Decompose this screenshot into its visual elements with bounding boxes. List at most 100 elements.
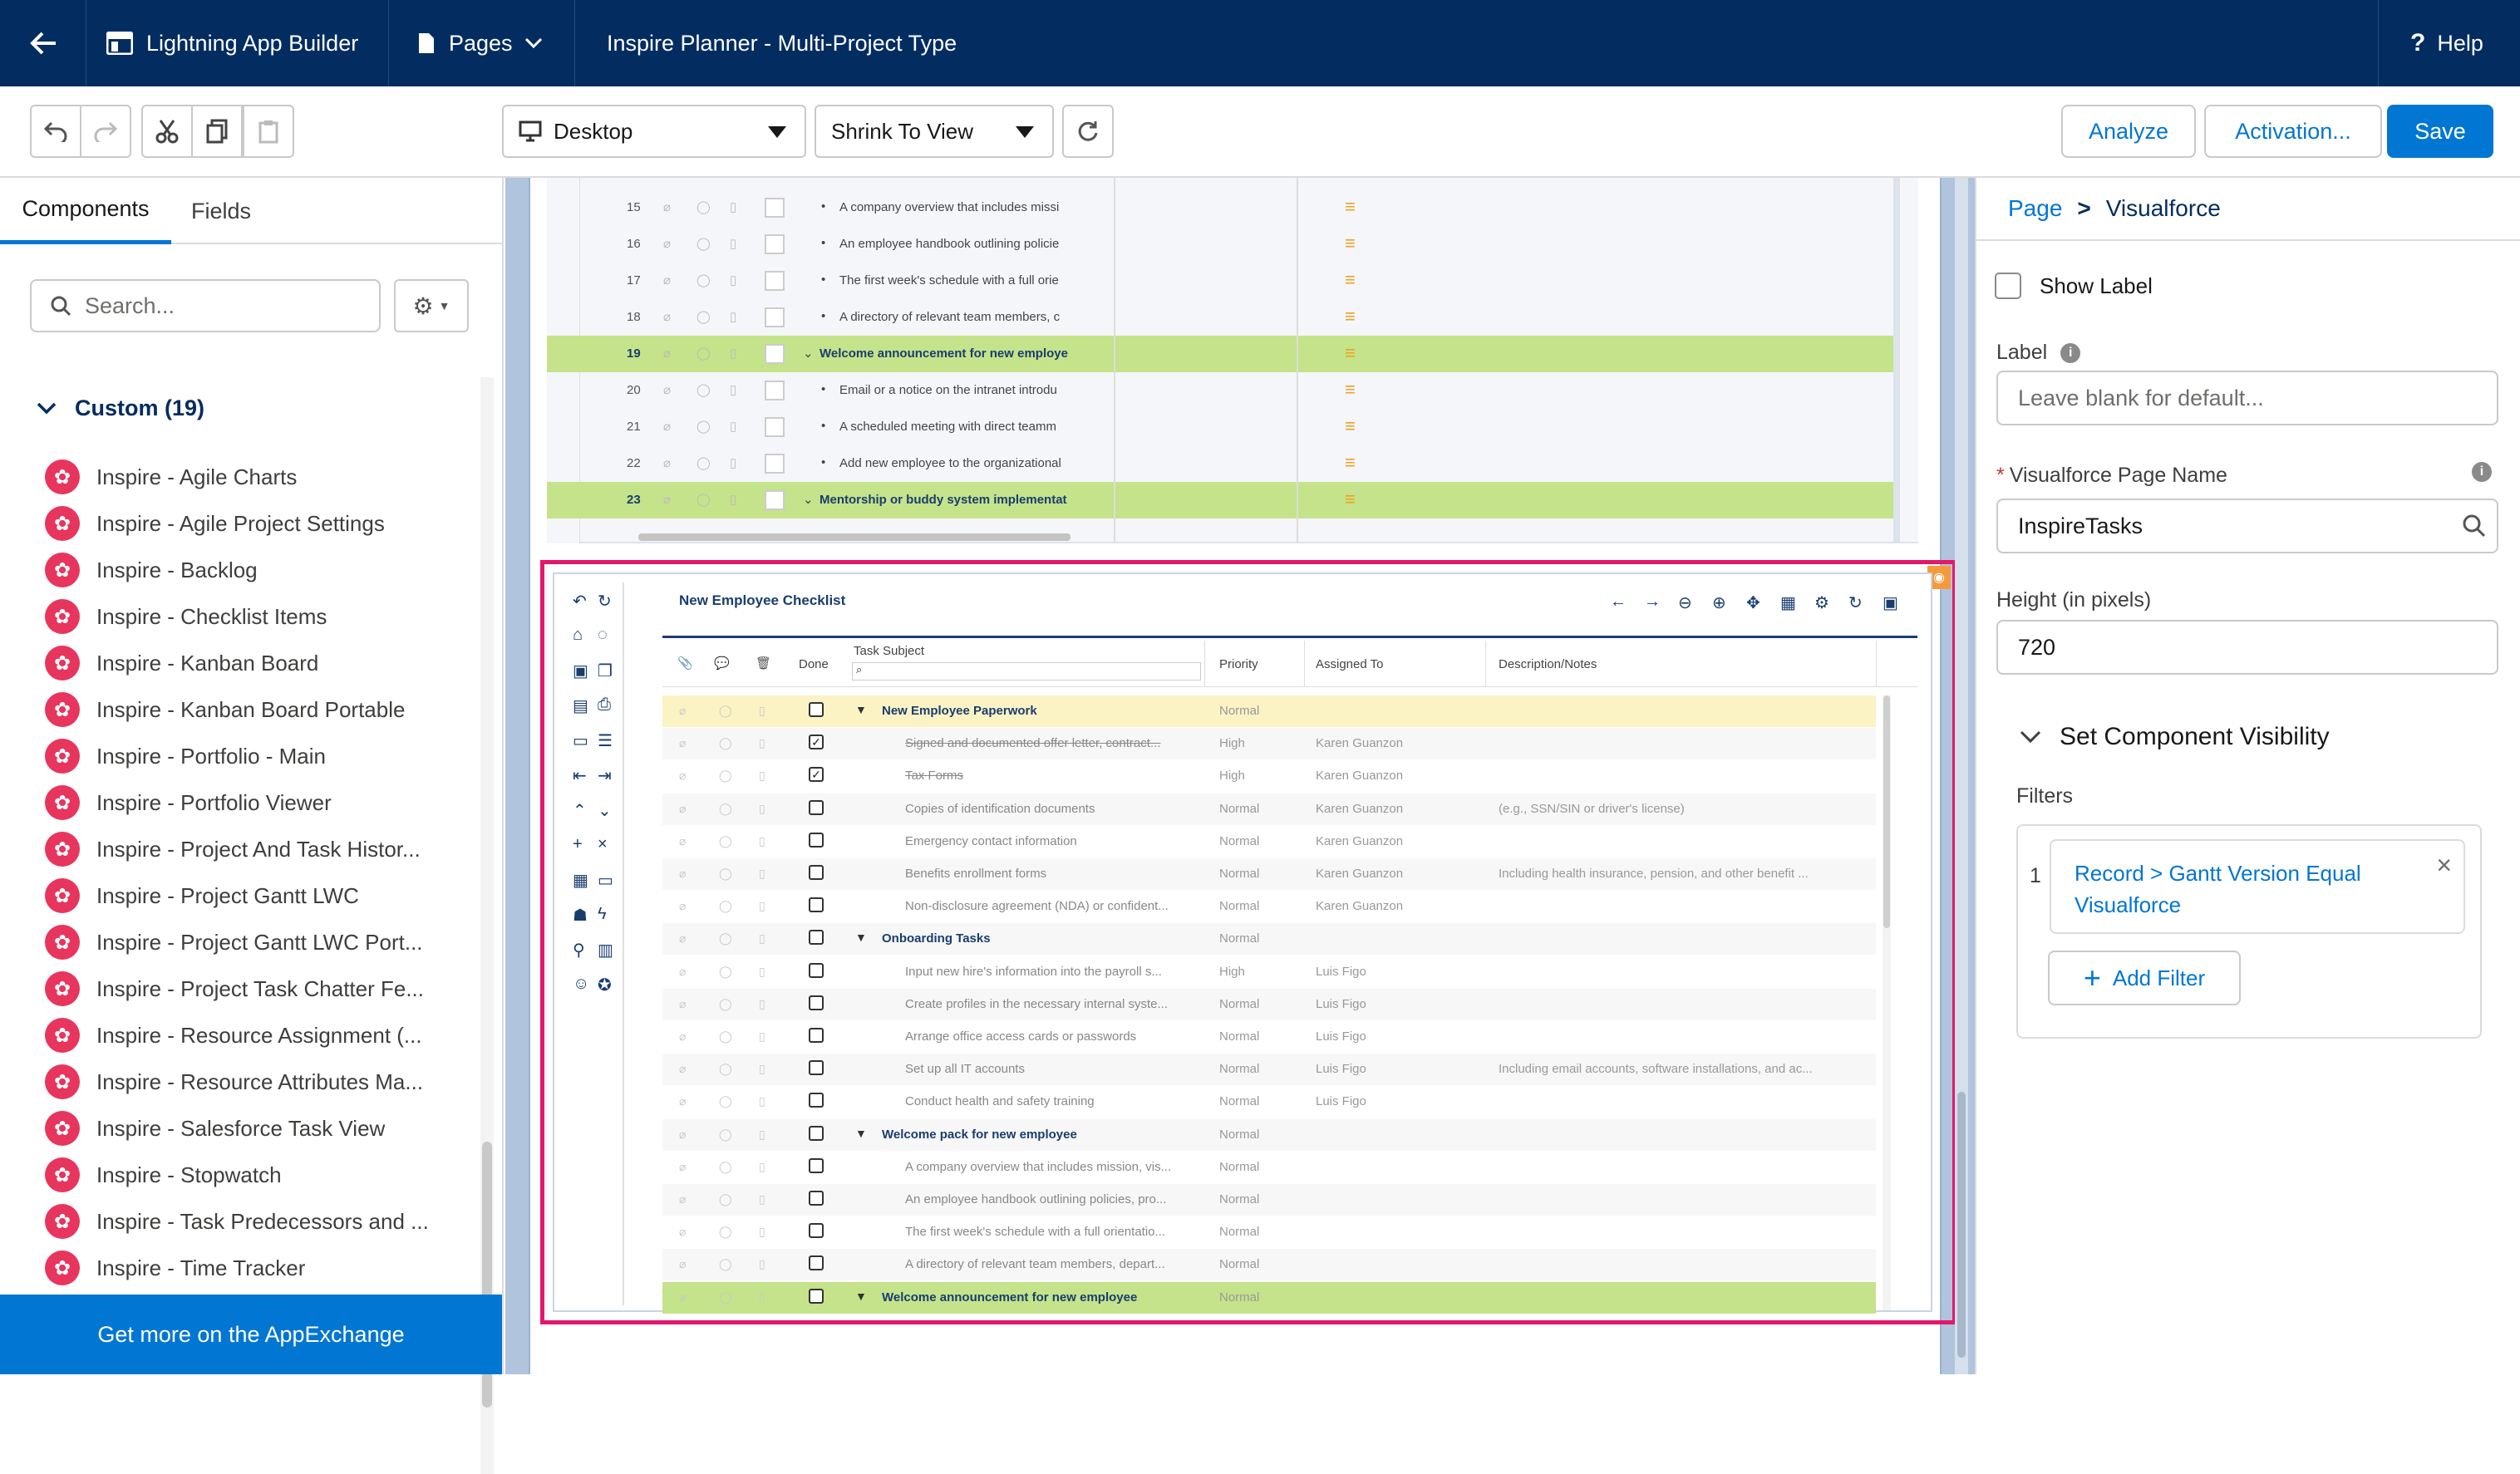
- checklist-row[interactable]: ⌀ ◯ ▯ Emergency contact information Normal Ka…: [662, 825, 1876, 857]
- gantt-row[interactable]: 15 ⌀ ◯ ▯ A company overview that includes mi…: [547, 189, 1893, 226]
- drag-handle-icon[interactable]: ≡: [1345, 306, 1356, 327]
- paperclip-icon[interactable]: ⌀: [679, 1094, 686, 1108]
- checklist-row[interactable]: ⌀ ◯ ▯ An employee handbook outlining polici…: [662, 1184, 1876, 1216]
- checklist-row[interactable]: ⌀ ◯ ▯ Benefits enrollment forms Normal Karen …: [662, 858, 1876, 890]
- copy-button[interactable]: [191, 105, 243, 158]
- paperclip-icon[interactable]: ⌀: [663, 382, 671, 397]
- gantt-row[interactable]: 17 ⌀ ◯ ▯ The first week's schedule with a fu…: [547, 263, 1893, 299]
- selected-component-frame[interactable]: ◉ ↶ ↻ ⌂ ◌ ▣ ❐ ▤ ⎙ ▭ ☰ ⇤ ⇥ ⌃ ⌄ + × ▦ ▭ ☗ ϟ ⚲ ▥ ☺ ✪ New Employee …: [540, 560, 1956, 1324]
- vf-page-name-input[interactable]: InspireTasks: [1996, 499, 2498, 553]
- trash-icon[interactable]: ▯: [759, 1128, 765, 1142]
- chat-icon[interactable]: ◯: [719, 931, 732, 946]
- paperclip-icon[interactable]: ⌀: [679, 802, 686, 816]
- row-task-name[interactable]: Welcome announcement for new employe: [819, 346, 1110, 361]
- chat-icon[interactable]: ◯: [719, 1029, 732, 1044]
- paperclip-icon[interactable]: ⌀: [679, 769, 686, 783]
- component-item[interactable]: ✿ Inspire - Checklist Items: [45, 599, 327, 634]
- chat-icon[interactable]: ◯: [719, 1290, 732, 1304]
- chat-icon[interactable]: ◯: [696, 236, 711, 251]
- pages-menu[interactable]: Pages: [389, 0, 575, 86]
- flash-icon[interactable]: ϟ: [598, 905, 607, 924]
- breadcrumb-page-link[interactable]: Page: [2008, 195, 2062, 222]
- save-button[interactable]: Save: [2387, 105, 2493, 158]
- trash-icon[interactable]: ▯: [759, 931, 765, 946]
- custom-section-header[interactable]: Custom (19): [37, 396, 204, 421]
- gantt-row[interactable]: 23 ⌀ ◯ ▯ Mentorship or buddy system implemen…: [547, 482, 1893, 518]
- outdent-icon[interactable]: ⇤: [573, 765, 587, 786]
- chat-icon[interactable]: ◯: [696, 455, 711, 470]
- priority-cell[interactable]: High: [1219, 965, 1245, 979]
- assigned-to-cell[interactable]: Luis Figo: [1316, 1094, 1366, 1108]
- component-item[interactable]: ✿ Inspire - Project Task Chatter Fe...: [45, 971, 424, 1006]
- component-item[interactable]: ✿ Inspire - Resource Assignment (...: [45, 1018, 422, 1053]
- done-checkbox[interactable]: [809, 897, 824, 913]
- gantt-row[interactable]: 20 ⌀ ◯ ▯ Email or a notice on the intranet i…: [547, 372, 1893, 409]
- paperclip-icon[interactable]: ⌀: [679, 997, 686, 1011]
- done-checkbox[interactable]: [809, 962, 824, 978]
- trash-icon[interactable]: ▯: [759, 899, 765, 913]
- task-subject-cell[interactable]: Conduct health and safety training: [905, 1094, 1198, 1108]
- done-checkbox[interactable]: [809, 1028, 824, 1043]
- paperclip-icon[interactable]: ⌀: [679, 899, 686, 913]
- chat-icon[interactable]: ◯: [719, 1128, 732, 1142]
- priority-cell[interactable]: Normal: [1219, 899, 1259, 913]
- expand-icon[interactable]: ⌄: [598, 800, 612, 821]
- task-subject-cell[interactable]: A company overview that includes mission…: [905, 1160, 1198, 1174]
- trash-icon[interactable]: ▯: [730, 382, 736, 397]
- priority-cell[interactable]: Normal: [1219, 1290, 1259, 1304]
- row-task-name[interactable]: Email or a notice on the intranet introd…: [839, 383, 1110, 397]
- paperclip-icon[interactable]: ⌀: [679, 1192, 686, 1206]
- trash-icon[interactable]: ▯: [759, 997, 765, 1011]
- zoom-in-icon[interactable]: ⊕: [1712, 592, 1726, 613]
- row-task-name[interactable]: A scheduled meeting with direct teamm: [839, 420, 1110, 434]
- priority-cell[interactable]: Normal: [1219, 867, 1259, 881]
- checklist-row[interactable]: ⌀ ◯ ▯ A company overview that includes miss…: [662, 1151, 1876, 1183]
- paperclip-icon[interactable]: ⌀: [679, 736, 686, 750]
- trash-icon[interactable]: ▯: [759, 1192, 765, 1206]
- chat-icon[interactable]: ◯: [696, 309, 711, 324]
- analyze-button[interactable]: Analyze: [2061, 105, 2196, 158]
- col-task-subject[interactable]: Task Subject: [854, 644, 924, 658]
- gantt-row[interactable]: 18 ⌀ ◯ ▯ A directory of relevant team member…: [547, 299, 1893, 336]
- done-checkbox[interactable]: [809, 1288, 824, 1304]
- arrow-left-icon[interactable]: ←: [1610, 592, 1627, 612]
- task-subject-cell[interactable]: Welcome announcement for new employee: [882, 1290, 1198, 1304]
- task-subject-cell[interactable]: Arrange office access cards or passwords: [905, 1029, 1198, 1044]
- task-subject-cell[interactable]: Emergency contact information: [905, 834, 1198, 848]
- row-checkbox[interactable]: [765, 307, 785, 327]
- paperclip-icon[interactable]: ⌀: [663, 492, 671, 507]
- row-task-name[interactable]: The first week's schedule with a full or…: [839, 273, 1110, 287]
- task-subject-cell[interactable]: Tax Forms: [905, 769, 1198, 783]
- done-checkbox[interactable]: [809, 702, 824, 717]
- task-subject-cell[interactable]: Benefits enrollment forms: [905, 867, 1198, 881]
- trash-icon[interactable]: ▯: [759, 769, 765, 783]
- component-item[interactable]: ✿ Inspire - Portfolio Viewer: [45, 785, 332, 820]
- chat-icon[interactable]: ◯: [696, 199, 711, 214]
- priority-cell[interactable]: Normal: [1219, 1160, 1259, 1174]
- add-icon[interactable]: +: [573, 835, 583, 854]
- row-checkbox[interactable]: [765, 381, 785, 400]
- paperclip-icon[interactable]: ⌀: [679, 1062, 686, 1076]
- component-item[interactable]: ✿ Inspire - Backlog: [45, 553, 258, 587]
- caret-down-icon[interactable]: ▼: [855, 931, 867, 944]
- trash-icon[interactable]: ▯: [759, 834, 765, 848]
- done-checkbox[interactable]: [809, 1060, 824, 1076]
- row-checkbox[interactable]: [765, 344, 785, 364]
- done-checkbox[interactable]: [809, 832, 824, 848]
- chat-icon[interactable]: ◯: [696, 419, 711, 434]
- row-checkbox[interactable]: [765, 198, 785, 218]
- priority-cell[interactable]: High: [1219, 736, 1245, 750]
- chat-icon[interactable]: ◯: [719, 1160, 732, 1174]
- done-checkbox[interactable]: [809, 1223, 824, 1239]
- trash-icon[interactable]: ▯: [730, 492, 736, 507]
- trash-icon[interactable]: ▯: [730, 236, 736, 251]
- chat-icon[interactable]: ◯: [696, 346, 711, 361]
- done-checkbox[interactable]: [809, 1157, 824, 1173]
- done-checkbox[interactable]: [809, 1093, 824, 1108]
- tab-fields[interactable]: Fields: [171, 178, 271, 244]
- record-icon[interactable]: ▦: [573, 870, 588, 891]
- task-subject-cell[interactable]: Onboarding Tasks: [882, 931, 1198, 946]
- component-item[interactable]: ✿ Inspire - Portfolio - Main: [45, 739, 326, 774]
- trash-icon[interactable]: ▯: [759, 1062, 765, 1076]
- done-checkbox[interactable]: [809, 799, 824, 815]
